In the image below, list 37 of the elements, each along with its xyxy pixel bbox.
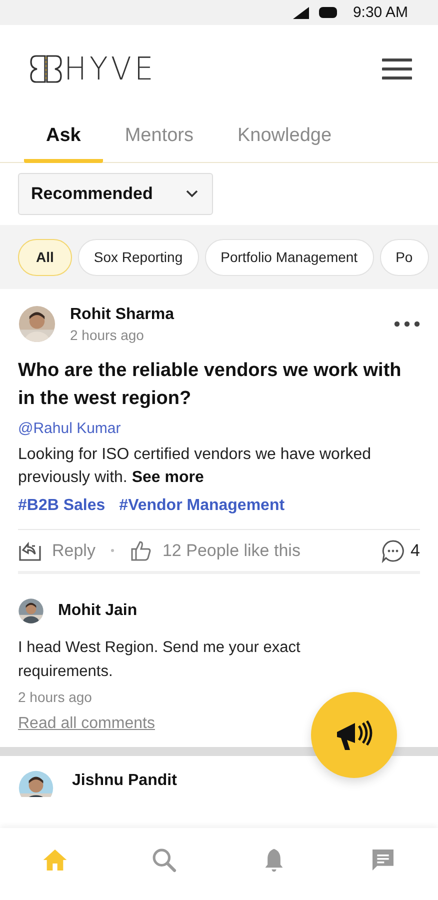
tab[interactable]: Mentors (102, 113, 216, 163)
chevron-down-icon (186, 190, 198, 198)
logo-text: HYVE (64, 50, 156, 88)
search-icon[interactable] (150, 846, 178, 874)
status-time: 9:30 AM (352, 4, 408, 21)
more-options-icon (394, 321, 420, 327)
mention-link[interactable]: @Rahul Kumar (18, 420, 121, 438)
commenter-name: Mohit Jain (58, 602, 138, 620)
post-body: Looking for ISO certified vendors we have worked previously with. See more (18, 445, 372, 488)
menu-button[interactable] (382, 57, 412, 81)
read-all-comments-link[interactable]: Read all comments (18, 714, 155, 733)
filter-chip[interactable]: Portfolio Management (204, 238, 374, 276)
menu-icon (382, 57, 412, 81)
battery-icon (318, 7, 337, 18)
post-time: 2 hours ago (70, 326, 145, 342)
tab[interactable]: Ask (24, 113, 103, 163)
reply-button[interactable]: Reply (18, 540, 96, 562)
filter-chip[interactable]: Sox Reporting (78, 238, 199, 276)
question-title: Who are the reliable vendors we work with in the west region? (18, 359, 402, 411)
author-name: Jishnu Pandit (72, 772, 177, 790)
thumbs-up-icon (130, 540, 152, 562)
sort-dropdown[interactable]: Recommended (18, 173, 213, 215)
comment-icon (380, 538, 405, 563)
signal-icon (292, 6, 309, 18)
comment-time: 2 hours ago (18, 688, 93, 705)
reply-icon (18, 540, 42, 562)
author-name: Rohit Sharma (70, 306, 176, 324)
filter-chip[interactable]: Po (380, 238, 429, 276)
comment-text: I head West Region. Send me your exact requirements. (18, 638, 302, 682)
more-options-button[interactable] (394, 321, 420, 327)
hashtag-link[interactable]: #B2B Sales (18, 497, 106, 516)
logo-mark-icon (30, 54, 62, 84)
filter-chip[interactable]: All (18, 238, 72, 276)
tab[interactable]: Knowledge (216, 113, 354, 163)
hashtag-link[interactable]: #Vendor Management (119, 497, 285, 516)
comments-button[interactable]: 4 (380, 538, 420, 563)
like-button[interactable]: 12 People like this (130, 540, 300, 562)
